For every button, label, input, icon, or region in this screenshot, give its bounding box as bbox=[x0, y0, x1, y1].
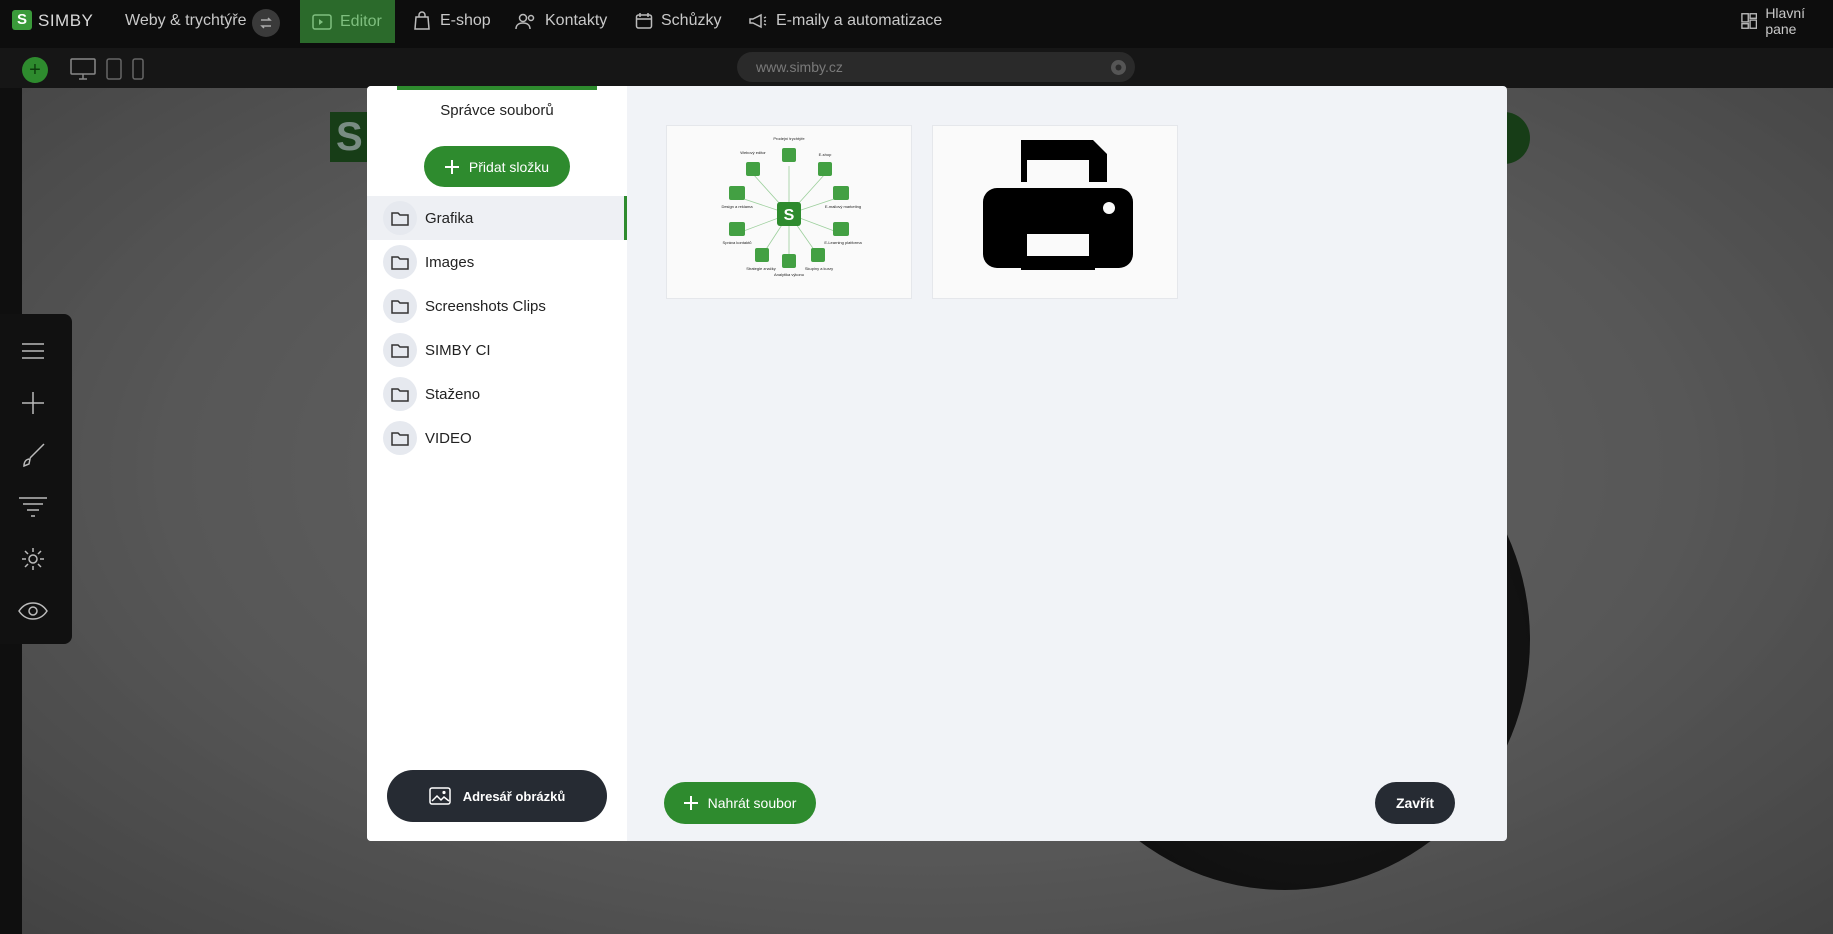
tab-meetings[interactable]: Schůzky bbox=[635, 0, 721, 42]
file-manager-modal: Správce souborů Přidat složku Grafika Im… bbox=[367, 86, 1507, 841]
project-switcher-label[interactable]: Weby & trychtýře bbox=[125, 0, 247, 42]
plus-icon bbox=[22, 392, 44, 414]
desktop-view-icon[interactable] bbox=[70, 58, 96, 80]
tab-emails-automation-label: E-maily a automatizace bbox=[776, 12, 943, 29]
folder-label: VIDEO bbox=[425, 429, 472, 447]
site-url-field[interactable]: www.simby.cz bbox=[737, 52, 1135, 82]
folder-icon bbox=[383, 245, 417, 279]
folder-label: Staženo bbox=[425, 385, 481, 403]
folder-icon bbox=[383, 421, 417, 455]
image-directory-button[interactable]: Adresář obrázků bbox=[387, 770, 607, 822]
add-folder-label: Přidat složku bbox=[468, 158, 550, 175]
calendar-icon bbox=[635, 13, 653, 29]
diagram-label-right: E-mailový marketing bbox=[825, 204, 861, 209]
diagram-label-bottom: Analytika výkonu bbox=[774, 272, 804, 277]
diagram-center-logo: S bbox=[784, 207, 795, 224]
diagram-label-topleft: Webový editor bbox=[740, 150, 766, 155]
folder-item-grafika[interactable]: Grafika bbox=[367, 196, 627, 240]
folder-label: Screenshots Clips bbox=[425, 297, 546, 315]
left-toolbar bbox=[0, 314, 72, 644]
folder-item-screenshots-clips[interactable]: Screenshots Clips bbox=[367, 284, 627, 328]
simby-logo-icon[interactable]: S bbox=[12, 10, 32, 30]
printer-icon bbox=[983, 140, 1133, 270]
dashboard-label: Hlavní pane bbox=[1765, 5, 1805, 37]
swap-arrows-icon bbox=[260, 17, 272, 29]
gear-icon bbox=[22, 548, 44, 570]
folder-list: Grafika Images Screenshots Clips SIMBY C… bbox=[367, 196, 627, 460]
brush-icon bbox=[23, 443, 45, 468]
settings-gear-icon[interactable] bbox=[1110, 59, 1127, 76]
folder-label: Images bbox=[425, 253, 475, 271]
folder-item-video[interactable]: VIDEO bbox=[367, 416, 627, 460]
folder-label: Grafika bbox=[425, 209, 474, 227]
folder-item-stazeno[interactable]: Staženo bbox=[367, 372, 627, 416]
upload-file-label: Nahrát soubor bbox=[707, 795, 797, 811]
shopping-bag-icon bbox=[414, 11, 430, 30]
tablet-view-icon[interactable] bbox=[106, 58, 122, 80]
dashboard-grid-icon bbox=[1741, 13, 1758, 29]
folder-icon bbox=[383, 333, 417, 367]
diagram-label-top: Prodejní trychtýře bbox=[773, 136, 805, 141]
sidebar-accent-bar bbox=[397, 86, 597, 90]
switch-project-button[interactable] bbox=[252, 9, 280, 37]
filter-button[interactable] bbox=[16, 490, 50, 524]
design-button[interactable] bbox=[16, 438, 50, 472]
add-section-button[interactable] bbox=[16, 386, 50, 420]
simby-features-diagram-image: S Prodejní trychtýře Webový editor E-sho… bbox=[721, 136, 862, 277]
folder-item-images[interactable]: Images bbox=[367, 240, 627, 284]
hamburger-menu-icon bbox=[22, 343, 44, 359]
add-element-button[interactable]: + bbox=[22, 57, 48, 83]
image-gallery-icon bbox=[428, 787, 451, 805]
diagram-label-left: Design a reklama bbox=[721, 204, 753, 209]
folder-item-simby-ci[interactable]: SIMBY CI bbox=[367, 328, 627, 372]
upload-file-button[interactable]: Nahrát soubor bbox=[664, 782, 816, 824]
settings-button[interactable] bbox=[16, 542, 50, 576]
close-label: Zavřít bbox=[1395, 795, 1435, 811]
add-folder-button[interactable]: Přidat složku bbox=[424, 146, 570, 187]
diagram-label-lowright: E-Learning platforma bbox=[824, 240, 862, 245]
megaphone-icon bbox=[749, 13, 767, 29]
folder-icon bbox=[383, 289, 417, 323]
diagram-label-bottomleft: Strategie značky bbox=[746, 266, 776, 271]
plus-icon bbox=[683, 796, 698, 810]
folder-icon bbox=[383, 201, 417, 235]
dashboard-link[interactable]: Hlavní pane bbox=[1741, 0, 1833, 42]
diagram-label-lowleft: Správa kontaktů bbox=[723, 240, 752, 245]
contacts-icon bbox=[515, 13, 535, 30]
app-name[interactable]: SIMBY bbox=[38, 11, 93, 31]
tab-meetings-label: Schůzky bbox=[661, 12, 722, 29]
plus-icon bbox=[444, 159, 459, 174]
tab-e-shop-label: E-shop bbox=[440, 12, 491, 29]
site-url-text: www.simby.cz bbox=[756, 59, 843, 75]
editor-icon bbox=[312, 13, 332, 30]
tab-emails-automation[interactable]: E-maily a automatizace bbox=[748, 0, 942, 42]
tab-editor-label: Editor bbox=[340, 12, 382, 30]
folder-label: SIMBY CI bbox=[425, 341, 491, 359]
file-thumbnail-printer[interactable] bbox=[932, 125, 1178, 299]
top-navigation-bar: S SIMBY Weby & trychtýře Editor E-shop K… bbox=[0, 0, 1833, 48]
close-button[interactable]: Zavřít bbox=[1375, 782, 1455, 824]
menu-button[interactable] bbox=[16, 334, 50, 368]
tab-editor[interactable]: Editor bbox=[300, 0, 395, 43]
file-manager-sidebar: Správce souborů Přidat složku Grafika Im… bbox=[367, 86, 627, 841]
diagram-label-topright: E-shop bbox=[819, 152, 832, 157]
tab-contacts-label: Kontakty bbox=[545, 12, 608, 29]
image-directory-label: Adresář obrázků bbox=[462, 788, 566, 804]
eye-icon bbox=[18, 602, 48, 620]
preview-button[interactable] bbox=[16, 594, 50, 628]
tab-e-shop[interactable]: E-shop bbox=[412, 0, 491, 42]
folder-icon bbox=[383, 377, 417, 411]
project-name: Weby & trychtýře bbox=[125, 12, 247, 29]
file-manager-title: Správce souborů bbox=[440, 102, 554, 119]
mobile-view-icon[interactable] bbox=[132, 58, 144, 80]
diagram-label-bottomright: Skupiny a kurzy bbox=[805, 266, 833, 271]
file-thumbnail-simby-diagram[interactable]: S Prodejní trychtýře Webový editor E-sho… bbox=[666, 125, 912, 299]
tab-contacts[interactable]: Kontakty bbox=[515, 0, 607, 42]
filter-icon bbox=[19, 497, 47, 517]
